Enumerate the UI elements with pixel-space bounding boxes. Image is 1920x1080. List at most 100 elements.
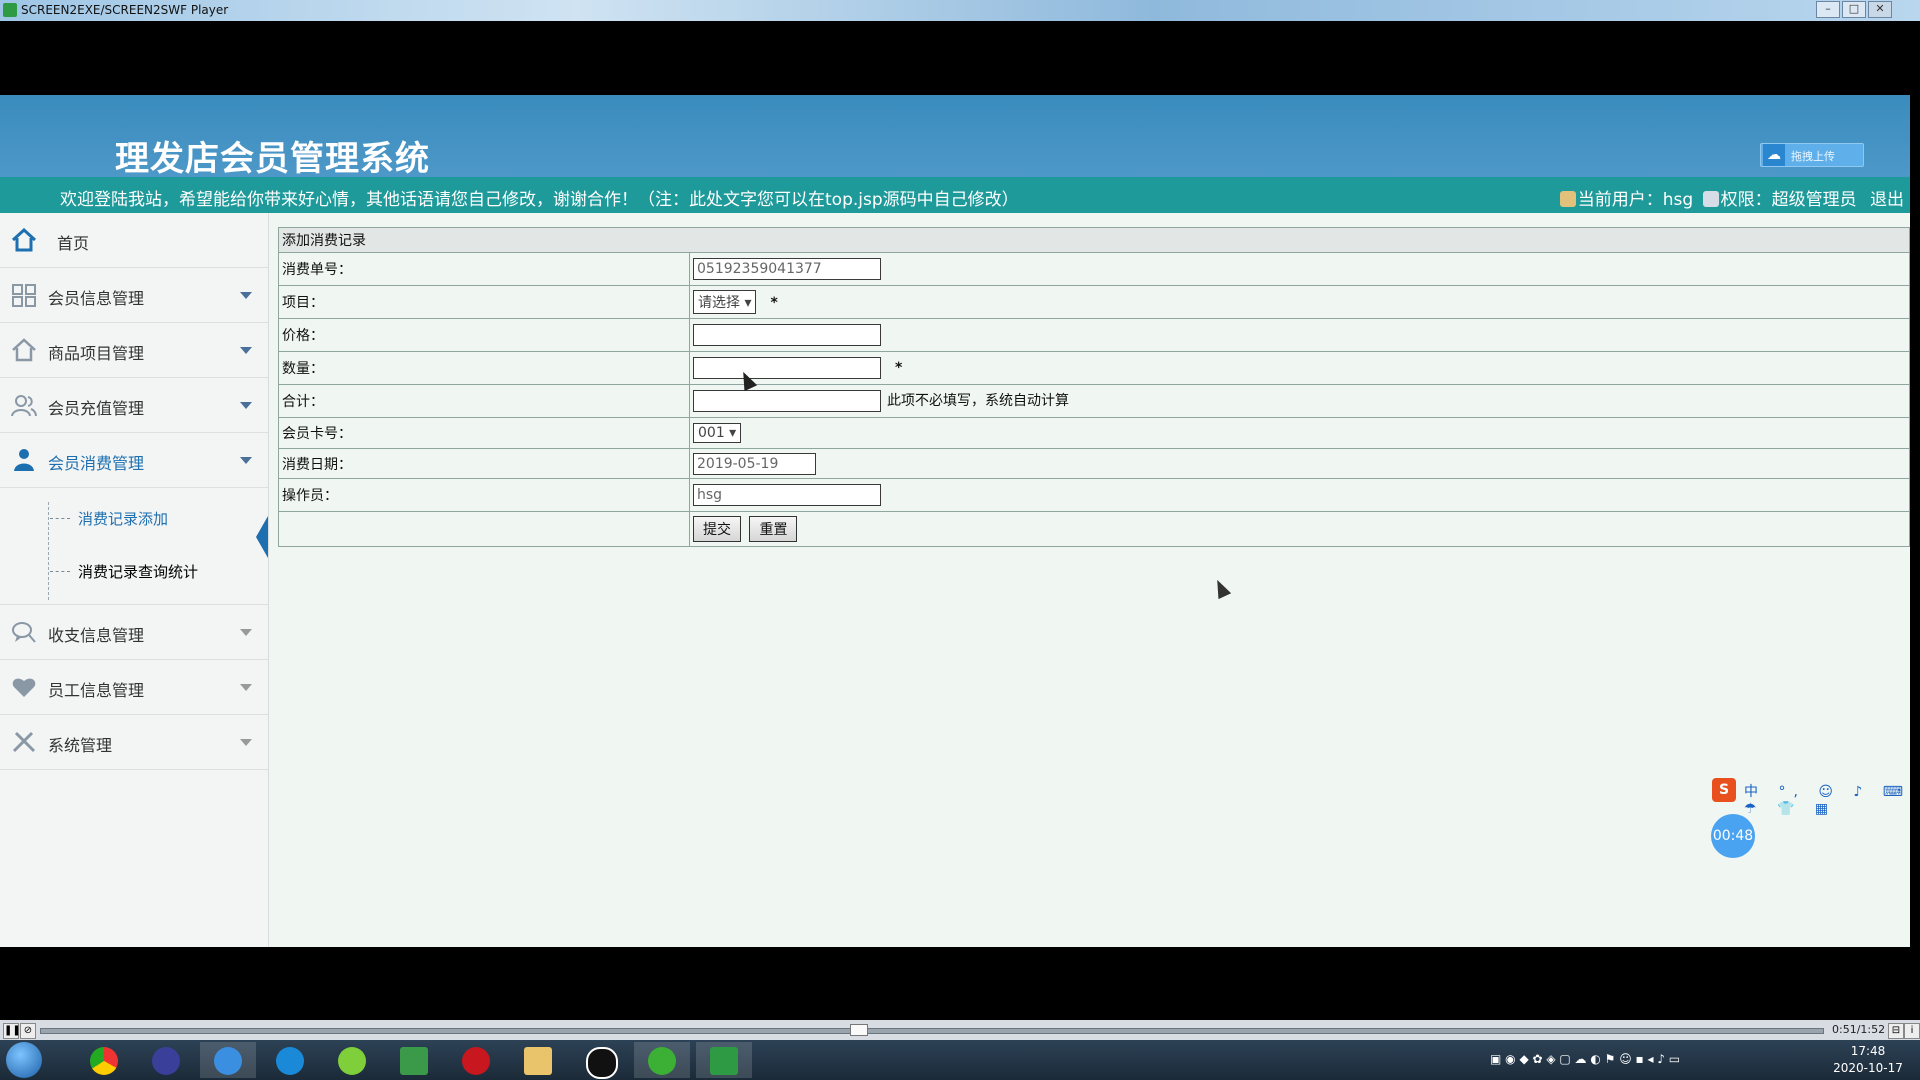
cloud-icon: [214, 1047, 242, 1075]
start-button[interactable]: [6, 1042, 42, 1078]
info-icon[interactable]: i: [1904, 1023, 1920, 1039]
sidebar-item-products[interactable]: 商品项目管理: [0, 323, 268, 378]
card-label: 会员卡号：: [278, 417, 690, 449]
minimize-button[interactable]: –: [1816, 1, 1840, 18]
sidebar-item-consumption[interactable]: 会员消费管理: [0, 433, 268, 488]
clock-date: 2020-10-17: [1833, 1061, 1903, 1075]
taskbar-explorer[interactable]: [510, 1042, 566, 1078]
consumption-submenu: 消费记录添加 消费记录查询统计: [0, 494, 268, 605]
sidebar-label-products: 商品项目管理: [48, 344, 145, 363]
sidebar-item-system[interactable]: 系统管理: [0, 715, 268, 770]
actions-label-cell: [278, 511, 690, 547]
total-label: 合计：: [278, 384, 690, 418]
item-label: 项目：: [278, 285, 690, 319]
app-icon: [152, 1047, 180, 1075]
chrome-icon: [90, 1047, 118, 1075]
tools-icon: [12, 731, 36, 753]
price-input[interactable]: [693, 324, 881, 346]
operator-input[interactable]: [693, 484, 881, 506]
submenu-item-add-record[interactable]: 消费记录添加: [50, 504, 268, 558]
pause-icon[interactable]: ❚❚: [3, 1023, 21, 1039]
taskbar-baidu-cloud[interactable]: [200, 1042, 256, 1078]
person-icon: [14, 449, 34, 471]
logout-link[interactable]: 退出: [1870, 190, 1904, 210]
sidebar-item-staff[interactable]: 员工信息管理: [0, 660, 268, 715]
cloud-upload-icon: ☁: [1763, 144, 1785, 166]
system-tray[interactable]: ▣ ◉ ◆ ✿ ◈ ▢ ☁ ◐ ⚑ ☺ ▪ ◂ ♪ ▭: [1490, 1052, 1680, 1066]
clock-time: 17:48: [1850, 1044, 1886, 1058]
sidebar-item-member-info[interactable]: 会员信息管理: [0, 268, 268, 323]
required-mark: *: [770, 295, 778, 311]
ime-toolbar[interactable]: S 中 °, ☺ ♪ ⌨ ☂ 👕 ▦: [1712, 778, 1912, 817]
taskbar-app-6[interactable]: [386, 1042, 442, 1078]
maximize-button[interactable]: □: [1842, 1, 1866, 18]
chat-icon: [12, 622, 36, 643]
sidebar-item-finance[interactable]: 收支信息管理: [0, 605, 268, 660]
item-select-value: 请选择: [698, 295, 740, 311]
sidebar-item-home[interactable]: 首页: [0, 213, 268, 268]
sidebar-label-home: 首页: [57, 234, 90, 253]
sidebar: 首页 会员信息管理 商品项目管理 会员充值管理 会员消费管理 消费记录添加 消费…: [0, 213, 269, 947]
heart-icon: [12, 678, 36, 697]
current-user: 当前用户：hsg: [1577, 190, 1694, 210]
chevron-down-icon: [240, 457, 252, 464]
sidebar-item-recharge[interactable]: 会员充值管理: [0, 378, 268, 433]
hand-cursor-icon: [1210, 576, 1232, 600]
wechat-icon: [648, 1047, 676, 1075]
operator-label: 操作员：: [278, 478, 690, 512]
submenu-dash: [50, 571, 70, 572]
taskbar-wechat[interactable]: [634, 1042, 690, 1078]
main-content: 添加消费记录 消费单号： 项目： 请选择 ▾ * 价格： 数量： * 合计： 此项…: [278, 227, 1910, 547]
order-no-input[interactable]: [693, 258, 881, 280]
submit-button[interactable]: 提交: [693, 516, 741, 542]
window-title-bar: SCREEN2EXE/SCREEN2SWF Player – □ ✕: [0, 0, 1920, 21]
permission-icon: [1702, 191, 1719, 207]
sidebar-label-member-info: 会员信息管理: [48, 289, 145, 308]
folder-icon: [524, 1047, 552, 1075]
seek-track[interactable]: [40, 1028, 1824, 1034]
users-icon: [11, 395, 37, 417]
web-app: 理发店会员管理系统 ☁ 拖拽上传 欢迎登陆我站，希望能给你带来好心情，其他话语请…: [0, 95, 1910, 947]
chevron-down-icon: [240, 629, 252, 636]
recording-timer: 00:48: [1711, 814, 1755, 858]
chevron-down-icon: [240, 292, 252, 299]
reset-button[interactable]: 重置: [749, 516, 798, 542]
date-input[interactable]: [693, 452, 816, 475]
add-consumption-form: 添加消费记录 消费单号： 项目： 请选择 ▾ * 价格： 数量： * 合计： 此项…: [278, 227, 1910, 547]
taskbar: ▣ ◉ ◆ ✿ ◈ ▢ ☁ ◐ ⚑ ☺ ▪ ◂ ♪ ▭ 17:48 2020-1…: [0, 1040, 1920, 1080]
taskbar-qq[interactable]: [572, 1042, 628, 1079]
sidebar-label-staff: 员工信息管理: [48, 681, 145, 700]
submenu-item-query-records[interactable]: 消费记录查询统计: [50, 557, 268, 587]
upload-button[interactable]: ☁ 拖拽上传: [1760, 143, 1864, 167]
taskbar-app-5[interactable]: [324, 1042, 380, 1078]
upload-label: 拖拽上传: [1791, 150, 1835, 163]
header: 理发店会员管理系统 ☁ 拖拽上传: [0, 95, 1910, 179]
user-icon: [1559, 191, 1576, 207]
taskbar-chrome[interactable]: [76, 1042, 132, 1078]
total-note: 此项不必填写，系统自动计算: [887, 393, 1069, 409]
close-button[interactable]: ✕: [1868, 1, 1892, 18]
user-area: 当前用户：hsg 权限：超级管理员 退出: [1559, 185, 1904, 210]
sidebar-label-system: 系统管理: [48, 736, 113, 755]
window-title: SCREEN2EXE/SCREEN2SWF Player: [21, 3, 229, 17]
quantity-input[interactable]: [693, 357, 881, 379]
submenu-label-add-record: 消费记录添加: [78, 510, 169, 528]
fullscreen-icon[interactable]: ⊟: [1888, 1023, 1904, 1039]
card-select[interactable]: 001 ▾: [693, 423, 742, 443]
taskbar-player[interactable]: [696, 1042, 752, 1078]
item-select[interactable]: 请选择 ▾: [693, 290, 757, 314]
submenu-guide-line: [48, 502, 49, 600]
taskbar-flash[interactable]: [448, 1042, 504, 1078]
sidebar-label-recharge: 会员充值管理: [48, 399, 145, 418]
clock[interactable]: 17:48 2020-10-17: [1826, 1043, 1910, 1077]
welcome-text: 欢迎登陆我站，希望能给你带来好心情，其他话语请您自己修改，谢谢合作！（注：此处文…: [60, 190, 1019, 210]
player-app-icon: [3, 3, 17, 17]
taskbar-app-2[interactable]: [138, 1042, 194, 1078]
taskbar-browser[interactable]: [262, 1042, 318, 1078]
stop-icon[interactable]: ⊘: [20, 1023, 36, 1039]
player-controls: ❚❚ ⊘ 0:51/1:52 ⊟ i: [0, 1020, 1920, 1040]
ime-tools: 中 °, ☺ ♪ ⌨ ☂ 👕 ▦: [1744, 784, 1911, 817]
seek-thumb[interactable]: [850, 1024, 868, 1036]
total-input[interactable]: [693, 390, 881, 412]
required-mark: *: [895, 360, 903, 376]
